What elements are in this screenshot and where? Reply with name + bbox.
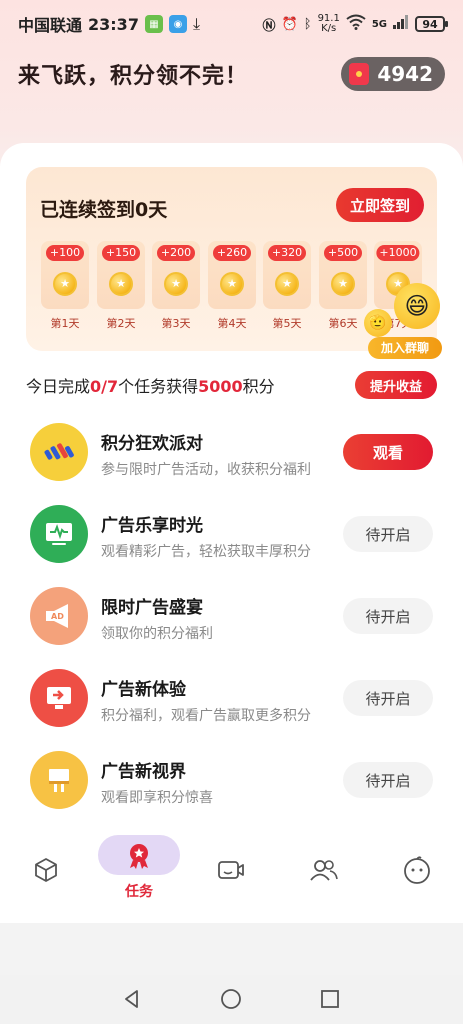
watch-button[interactable]: 观看: [343, 434, 433, 470]
day-label: 第4天: [217, 317, 247, 330]
day-reward: +1000: [376, 245, 420, 261]
carrier-label: 中国联通: [18, 16, 83, 35]
party-icon: [30, 423, 88, 481]
signal-icon: [393, 15, 409, 33]
system-navigation-bar: [0, 975, 463, 1024]
coin-icon: ★: [109, 272, 133, 296]
bottom-navigation: 任务: [0, 833, 463, 923]
task-title: 限时广告盛宴: [101, 598, 203, 618]
page-header: 来飞跃，积分领不完！ 4942: [0, 48, 463, 100]
download-app-icon: ◉: [168, 15, 187, 33]
coin-icon: ★: [164, 272, 188, 296]
task-description: 积分福利，观看广告赢取更多积分: [101, 708, 311, 724]
nav-item-community[interactable]: [278, 833, 370, 923]
nav-item-video[interactable]: [185, 833, 277, 923]
task-title: 广告新体验: [101, 680, 186, 700]
day-label: 第2天: [106, 317, 136, 330]
pending-button[interactable]: 待开启: [343, 680, 433, 716]
pending-button[interactable]: 待开启: [343, 516, 433, 552]
day-label: 第3天: [161, 317, 191, 330]
battery-icon: 94: [415, 16, 448, 32]
task-item: 广告新体验 积分福利，观看广告赢取更多积分 待开启: [0, 669, 463, 751]
task-description: 观看即享积分惊喜: [101, 790, 213, 806]
task-badge-icon: [124, 841, 154, 875]
task-title: 积分狂欢派对: [101, 434, 203, 454]
coin-icon: ★: [331, 272, 355, 296]
day-label: 第1天: [50, 317, 80, 330]
network-speed: 91.1 K/s: [317, 13, 340, 34]
nav-item-tasks[interactable]: 任务: [93, 833, 185, 923]
day-reward: +150: [102, 245, 140, 261]
page-title: 来飞跃，积分领不完！: [18, 64, 249, 89]
network-type: 5G: [371, 18, 387, 30]
task-reward-points: 5000: [198, 377, 243, 396]
svg-text:AD: AD: [51, 612, 64, 621]
megaphone-icon: AD: [30, 587, 88, 645]
alarm-icon: ⏰: [281, 16, 298, 32]
pending-button[interactable]: 待开启: [343, 762, 433, 798]
task-item: 广告乐享时光 观看精彩广告，轻松获取丰厚积分 待开启: [0, 505, 463, 587]
home-icon[interactable]: [219, 987, 243, 1011]
clock: 23:37: [88, 14, 139, 34]
pending-button[interactable]: 待开启: [343, 598, 433, 634]
app-notification-icon: ▦: [144, 15, 163, 33]
back-icon[interactable]: [120, 987, 144, 1011]
points-value: 4942: [377, 62, 433, 86]
day-label: 第5天: [272, 317, 302, 330]
bluetooth-icon: ᛒ: [303, 16, 312, 32]
nav-item-profile[interactable]: [371, 833, 463, 923]
day-reward: +320: [268, 245, 306, 261]
day-reward: +200: [157, 245, 195, 261]
signin-day: +320 ★ 第5天: [263, 241, 311, 333]
task-progress: 0/7: [90, 377, 119, 396]
day-reward: +260: [213, 245, 251, 261]
wifi-icon: [346, 14, 366, 34]
video-icon: [216, 855, 246, 885]
task-list: 积分狂欢派对 参与限时广告活动，收获积分福利 观看 广告乐享时光 观看精彩广告，…: [0, 423, 463, 833]
task-summary: 今日完成0/7个任务获得5000积分: [26, 377, 275, 396]
nav-label-tasks: 任务: [125, 884, 153, 900]
smile-emoji-icon: 😄: [394, 283, 440, 329]
signin-day: +100 ★ 第1天: [41, 241, 89, 333]
download-icon: ⤓: [192, 14, 201, 33]
day-reward: +100: [46, 245, 84, 261]
monitor-icon: [30, 505, 88, 563]
signin-button[interactable]: 立即签到: [336, 188, 424, 222]
recents-icon[interactable]: [318, 987, 342, 1011]
nfc-icon: Ⓝ: [262, 18, 276, 34]
salute-emoji-icon: 🫡: [364, 309, 392, 337]
billboard-icon: [30, 751, 88, 809]
join-group-button[interactable]: 😄 🫡 加入群聊: [360, 283, 450, 367]
task-title: 广告新视界: [101, 762, 186, 782]
coin-icon: ★: [220, 272, 244, 296]
task-description: 参与限时广告活动，收获积分福利: [101, 462, 311, 478]
points-balance[interactable]: 4942: [341, 57, 445, 91]
main-card: 已连续签到0天 立即签到 +100 ★ 第1天 +150 ★ 第2天 +200: [0, 143, 463, 833]
join-group-label: 加入群聊: [368, 337, 442, 359]
group-icon: [309, 855, 339, 885]
task-item: 积分狂欢派对 参与限时广告活动，收获积分福利 观看: [0, 423, 463, 505]
signin-day: +150 ★ 第2天: [97, 241, 145, 333]
signin-day: +260 ★ 第4天: [208, 241, 256, 333]
day-reward: +500: [324, 245, 362, 261]
task-item: AD 限时广告盛宴 领取你的积分福利 待开启: [0, 587, 463, 669]
task-description: 观看精彩广告，轻松获取丰厚积分: [101, 544, 311, 560]
face-icon: [402, 855, 432, 885]
cube-icon: [31, 855, 61, 885]
task-item: 广告新视界 观看即享积分惊喜 待开启: [0, 751, 463, 833]
signin-day: +200 ★ 第3天: [152, 241, 200, 333]
boost-earnings-button[interactable]: 提升收益: [355, 371, 437, 399]
coin-icon: ★: [53, 272, 77, 296]
coin-icon: ★: [275, 272, 299, 296]
task-title: 广告乐享时光: [101, 516, 203, 536]
screen-arrow-icon: [30, 669, 88, 727]
red-envelope-icon: [349, 63, 370, 85]
nav-item-home[interactable]: [0, 833, 92, 923]
status-bar: 中国联通 23:37 ▦ ◉ ⤓ Ⓝ ⏰ ᛒ 91.1 K/s 5G 94: [0, 0, 463, 48]
task-description: 领取你的积分福利: [101, 626, 213, 642]
signin-streak-title: 已连续签到0天: [40, 199, 168, 221]
